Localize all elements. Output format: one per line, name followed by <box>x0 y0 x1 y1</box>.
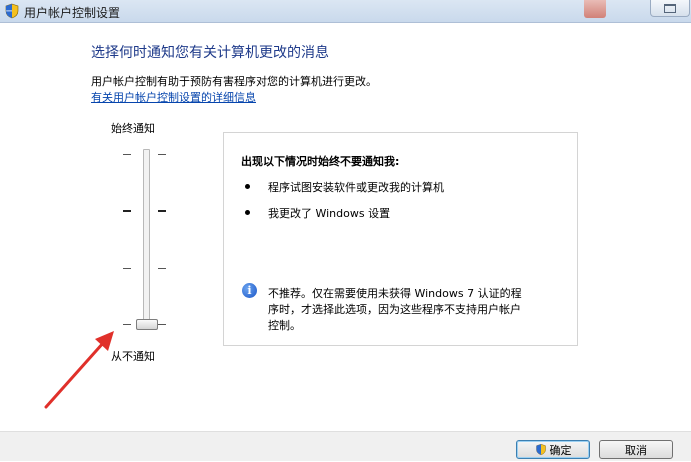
slider-tick <box>158 268 166 269</box>
ok-button[interactable]: 确定 <box>516 440 590 459</box>
info-bullet: 我更改了 Windows 设置 <box>268 207 391 220</box>
bullet-icon <box>245 210 250 215</box>
info-note-line: 序时，才选择此选项，因为这些程序不支持用户帐户 <box>268 303 521 316</box>
slider-tick <box>158 324 166 325</box>
maximize-button[interactable] <box>650 0 690 17</box>
slider-tick <box>158 210 166 212</box>
title-bar: 用户帐户控制设置 <box>0 0 691 23</box>
ok-button-label: 确定 <box>549 444 572 457</box>
slider-top-label: 始终通知 <box>111 122 155 135</box>
close-button[interactable] <box>584 0 606 18</box>
slider-tick <box>123 154 131 155</box>
slider-tick <box>123 268 131 269</box>
slider-tick <box>158 154 166 155</box>
bullet-icon <box>245 184 250 189</box>
uac-shield-icon <box>535 443 547 456</box>
window-title: 用户帐户控制设置 <box>24 6 121 20</box>
page-description: 用户帐户控制有助于预防有害程序对您的计算机进行更改。 <box>91 75 377 88</box>
cancel-button-label: 取消 <box>625 444 647 457</box>
slider-thumb[interactable] <box>136 319 158 330</box>
uac-shield-icon <box>4 3 20 19</box>
slider-tick <box>123 210 131 212</box>
info-bullet: 程序试图安装软件或更改我的计算机 <box>268 181 444 194</box>
info-note-line: 控制。 <box>268 319 301 332</box>
slider-bottom-label: 从不通知 <box>111 350 155 363</box>
page-heading: 选择何时通知您有关计算机更改的消息 <box>91 45 329 61</box>
cancel-button[interactable]: 取消 <box>599 440 673 459</box>
info-note-line: 不推荐。仅在需要使用未获得 Windows 7 认证的程 <box>268 287 522 300</box>
info-icon: i <box>242 283 257 298</box>
slider-track[interactable] <box>143 149 150 329</box>
help-link[interactable]: 有关用户帐户控制设置的详细信息 <box>91 89 256 105</box>
info-title: 出现以下情况时始终不要通知我: <box>241 155 400 168</box>
slider-tick <box>123 324 131 325</box>
